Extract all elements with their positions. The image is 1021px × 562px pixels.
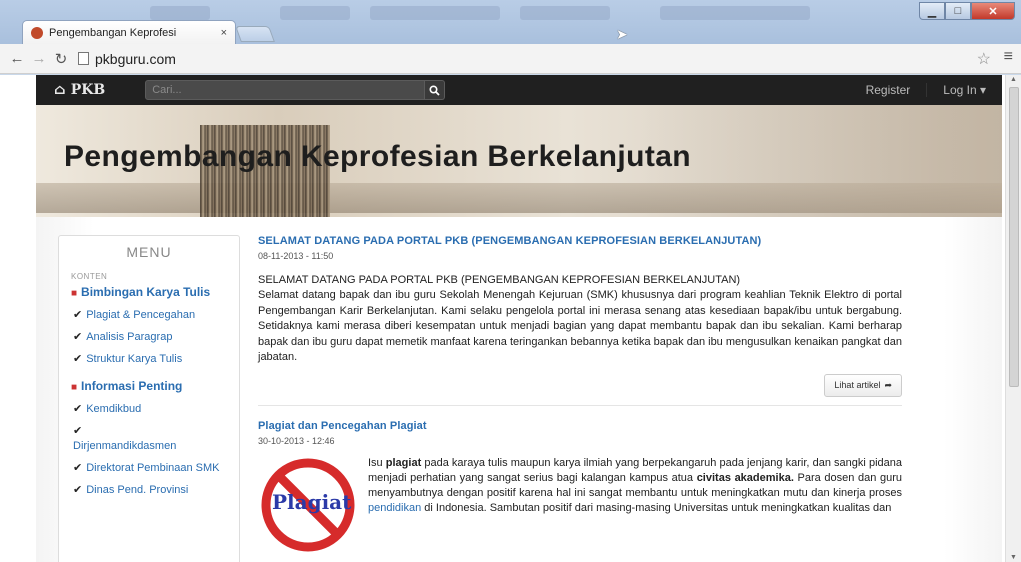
- search-icon: [429, 84, 440, 96]
- back-arrow-icon[interactable]: ←: [6, 50, 28, 67]
- text-fragment-bold: civitas akademika.: [696, 471, 794, 484]
- read-more-button[interactable]: Lihat artikel ➦: [824, 373, 902, 397]
- menu-item-label: Dirjenmandikdasmen: [73, 440, 177, 452]
- text-fragment: Isu: [368, 456, 386, 469]
- read-more-label: Lihat artikel: [834, 380, 881, 390]
- check-icon: ✔: [73, 425, 83, 437]
- main-content: SELAMAT DATANG PADA PORTAL PKB (PENGEMBA…: [258, 235, 902, 554]
- blurred-region: [280, 6, 350, 20]
- menu-item-direktorat[interactable]: ✔ Direktorat Pembinaan SMK: [73, 461, 229, 476]
- menu-item-dinas[interactable]: ✔ Dinas Pend. Provinsi: [73, 483, 229, 498]
- article-title[interactable]: Plagiat dan Pencegahan Plagiat: [258, 420, 902, 432]
- favicon-icon: [31, 26, 43, 39]
- maximize-button[interactable]: □: [945, 2, 971, 20]
- tab-close-icon[interactable]: ×: [221, 27, 227, 39]
- menu-item-analisis[interactable]: ✔ Analisis Paragrap: [73, 330, 229, 345]
- plagiat-image[interactable]: Plagiat: [258, 455, 358, 554]
- menu-item-label: Direktorat Pembinaan SMK: [86, 462, 220, 474]
- tab-title: Pengembangan Keprofesi: [49, 26, 177, 39]
- article-welcome: SELAMAT DATANG PADA PORTAL PKB (PENGEMBA…: [258, 235, 902, 406]
- article-heading: SELAMAT DATANG PADA PORTAL PKB (PENGEMBA…: [258, 274, 741, 286]
- close-window-button[interactable]: ✕: [971, 2, 1015, 20]
- menu-section-label: KONTEN: [71, 272, 108, 281]
- page-icon: [78, 52, 89, 65]
- check-icon: ✔: [73, 331, 83, 343]
- menu-item-label: Plagiat & Pencegahan: [86, 309, 196, 321]
- reload-icon[interactable]: ↻: [50, 50, 72, 68]
- pendidikan-link[interactable]: pendidikan: [368, 502, 421, 514]
- nav-right: Register Log In ▾: [850, 83, 1002, 97]
- new-tab-button[interactable]: [235, 26, 275, 42]
- menu-group-label: Bimbingan Karya Tulis: [81, 285, 211, 299]
- bookmark-icon: ■: [71, 382, 78, 393]
- sidebar-menu: MENU KONTEN ■ Bimbingan Karya Tulis ✔ Plag…: [58, 235, 240, 562]
- menu-item-kemdikbud[interactable]: ✔ Kemdikbud: [73, 402, 229, 417]
- check-icon: ✔: [73, 403, 83, 415]
- article-plagiat: Plagiat dan Pencegahan Plagiat 30-10-201…: [258, 420, 902, 554]
- address-bar[interactable]: pkbguru.com: [78, 48, 1008, 70]
- article-text: Selamat datang bapak dan ibu guru Sekola…: [258, 289, 902, 363]
- banner-title: Pengembangan Keprofesian Berkelanjutan: [64, 140, 692, 173]
- mouse-cursor-icon: ➤: [616, 26, 628, 42]
- scroll-down-icon[interactable]: ▼: [1010, 554, 1017, 561]
- article-date: 08-11-2013 - 11:50: [258, 251, 334, 261]
- check-icon: ✔: [73, 484, 83, 496]
- blurred-region: [370, 6, 500, 20]
- page-scrollbar[interactable]: ▲ ▼: [1005, 75, 1021, 562]
- window-controls: ▁ □ ✕: [919, 2, 1015, 20]
- scrollbar-thumb[interactable]: [1009, 87, 1019, 387]
- menu-group-informasi[interactable]: ■ Informasi Penting: [71, 379, 239, 395]
- browser-toolbar: ← → ↻ pkbguru.com: [0, 44, 1021, 74]
- plagiat-image-text: Plagiat: [272, 489, 352, 514]
- check-icon: ✔: [73, 353, 83, 365]
- menu-item-plagiat[interactable]: ✔ Plagiat & Pencegahan: [73, 308, 229, 323]
- menu-group-bimbingan[interactable]: ■ Bimbingan Karya Tulis: [71, 285, 239, 301]
- hero-banner: Pengembangan Keprofesian Berkelanjutan: [36, 105, 1002, 217]
- bookmark-star-icon[interactable]: ☆: [977, 49, 991, 69]
- blurred-region: [150, 6, 210, 20]
- divider: [258, 404, 902, 406]
- share-arrow-icon: ➦: [884, 379, 892, 390]
- menu-item-struktur[interactable]: ✔ Struktur Karya Tulis: [73, 352, 229, 367]
- menu-item-label: Dinas Pend. Provinsi: [86, 484, 189, 496]
- menu-group-label: Informasi Penting: [81, 379, 183, 393]
- site-navbar: ⌂ PKB Register Log In ▾: [36, 75, 1002, 105]
- page-body: MENU KONTEN ■ Bimbingan Karya Tulis ✔ Plag…: [36, 217, 1002, 562]
- page-viewport: ⌂ PKB Register Log In ▾ Pengembangan Kep…: [0, 75, 1021, 562]
- menu-title: MENU: [126, 244, 172, 260]
- search-input[interactable]: [145, 80, 426, 100]
- blurred-region: [520, 6, 610, 20]
- check-icon: ✔: [73, 462, 83, 474]
- forward-arrow-icon[interactable]: →: [28, 50, 50, 67]
- text-fragment: di Indonesia. Sambutan positif dari masi…: [421, 502, 892, 515]
- bookmark-icon: ■: [71, 288, 78, 299]
- menu-item-dirjen[interactable]: ✔ Dirjenmandikdasmen: [73, 424, 229, 454]
- read-more-row: Lihat artikel ➦: [258, 373, 902, 397]
- home-icon: ⌂: [54, 82, 66, 98]
- register-link[interactable]: Register: [850, 83, 927, 97]
- site-brand[interactable]: ⌂ PKB: [54, 82, 105, 98]
- blurred-region: [660, 6, 810, 20]
- menu-item-label: Analisis Paragrap: [86, 331, 173, 343]
- browser-tab[interactable]: Pengembangan Keprofesi ×: [22, 20, 236, 44]
- brand-label: PKB: [70, 82, 106, 98]
- url-text: pkbguru.com: [95, 50, 176, 67]
- article-body: Plagiat Isu plagiat pada karaya tulis ma…: [258, 455, 902, 554]
- menu-item-label: Kemdikbud: [86, 403, 142, 415]
- scroll-up-icon[interactable]: ▲: [1010, 76, 1017, 83]
- article-date: 30-10-2013 - 12:46: [258, 435, 335, 446]
- search-button[interactable]: [425, 80, 446, 100]
- browser-menu-icon[interactable]: ≡: [1004, 48, 1013, 66]
- article-title[interactable]: SELAMAT DATANG PADA PORTAL PKB (PENGEMBA…: [258, 235, 902, 247]
- minimize-button[interactable]: ▁: [919, 2, 945, 20]
- login-dropdown[interactable]: Log In ▾: [926, 83, 1002, 97]
- check-icon: ✔: [73, 309, 83, 321]
- menu-item-label: Struktur Karya Tulis: [86, 353, 183, 365]
- article-text: Isu plagiat pada karaya tulis maupun kar…: [368, 456, 902, 554]
- text-fragment-bold: plagiat: [385, 456, 422, 469]
